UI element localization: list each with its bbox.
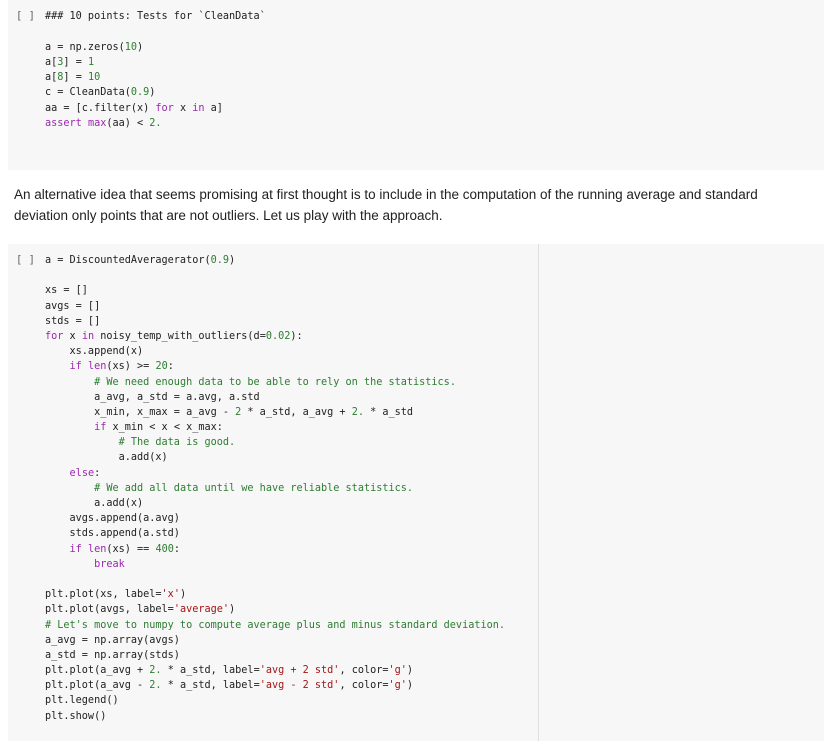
markdown-text: An alternative idea that seems promising… (14, 187, 758, 223)
code-line: # We add all data until we have reliable… (94, 482, 414, 494)
cell-output-area (538, 244, 824, 741)
run-cell-button[interactable]: [ ] (16, 9, 35, 23)
code-cell-discounted-averagerator[interactable]: [ ] a = DiscountedAveragerator(0.9) xs =… (8, 244, 824, 741)
code-line: a = np.zeros(10) (45, 41, 144, 53)
code-line: plt.plot(a_avg - 2. * a_std, label='avg … (45, 680, 414, 692)
code-cell-tests[interactable]: [ ] ### 10 points: Tests for `CleanData`… (8, 0, 824, 170)
code-editor[interactable]: ### 10 points: Tests for `CleanData` a =… (45, 9, 266, 131)
code-line: plt.plot(avgs, label='average') (45, 604, 236, 616)
code-line: a.add(x) (45, 498, 144, 509)
code-line: a.add(x) (45, 452, 168, 464)
code-line: # Let's move to numpy to compute average… (45, 619, 506, 631)
code-line: a_std = np.array(stds) (45, 649, 180, 661)
code-line: # We need enough data to be able to rely… (94, 376, 456, 388)
code-line: if len(xs) == 400: (69, 543, 180, 555)
code-line: ### 10 points: Tests for `CleanData` (45, 11, 266, 22)
code-line: assert max(aa) < 2. (45, 118, 162, 130)
code-line: if x_min < x < x_max: (94, 422, 223, 434)
code-line: a = DiscountedAveragerator(0.9) (45, 255, 236, 266)
code-line: if len(xs) >= 20: (69, 361, 174, 373)
code-line: for x in noisy_temp_with_outliers(d=0.02… (45, 330, 303, 342)
code-line: aa = [c.filter(x) for x in a] (45, 102, 223, 114)
code-line: break (94, 558, 125, 570)
code-line: x_min, x_max = a_avg - 2 * a_std, a_avg … (45, 406, 414, 418)
code-line: plt.plot(xs, label='x') (45, 589, 187, 601)
code-line: # The data is good. (118, 437, 236, 449)
code-line: else: (69, 467, 101, 479)
code-line: a_avg = np.array(avgs) (45, 634, 180, 646)
code-line: xs = [] (45, 285, 88, 297)
code-line: plt.show() (45, 710, 107, 722)
code-line: c = CleanData(0.9) (45, 87, 156, 99)
code-line: stds = [] (45, 315, 101, 327)
code-line: stds.append(a.std) (45, 528, 180, 540)
code-line: avgs.append(a.avg) (45, 513, 180, 525)
code-line: a[8] = 10 (45, 72, 101, 84)
code-line: xs.append(x) (45, 346, 144, 358)
code-line: a_avg, a_std = a.avg, a.std (45, 391, 260, 403)
code-line: plt.legend() (45, 695, 119, 707)
code-line: a[3] = 1 (45, 56, 95, 68)
run-cell-button[interactable]: [ ] (16, 253, 35, 267)
code-line: plt.plot(a_avg + 2. * a_std, label='avg … (45, 665, 414, 677)
code-editor[interactable]: a = DiscountedAveragerator(0.9) xs = [] a… (45, 253, 505, 724)
code-line: avgs = [] (45, 300, 101, 312)
